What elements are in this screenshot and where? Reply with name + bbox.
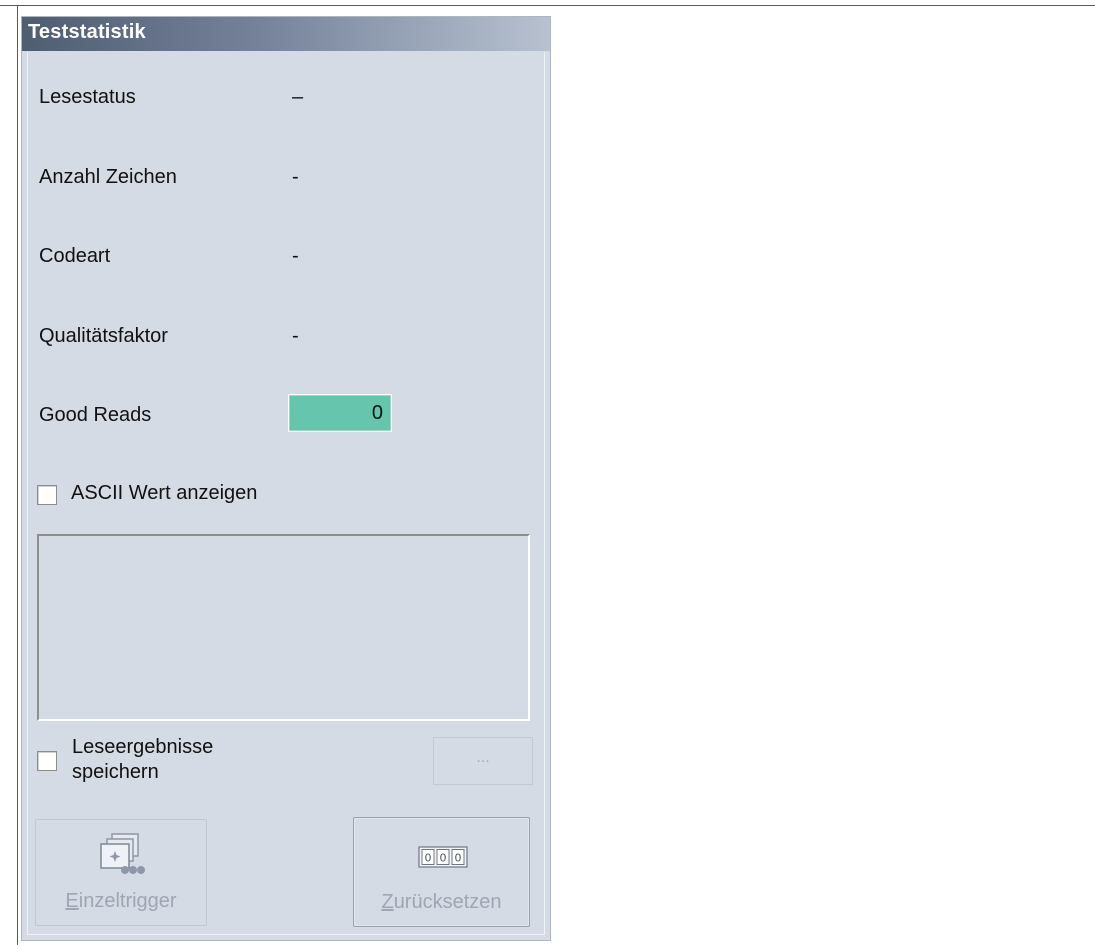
browse-file-button[interactable]: ... (433, 737, 533, 785)
good-reads-label: Good Reads (39, 404, 152, 426)
read-result-textarea[interactable] (37, 534, 530, 721)
lesestatus-label: Lesestatus (39, 86, 136, 108)
counter-reset-icon: 0 0 0 (418, 846, 468, 868)
good-reads-value: 0 (371, 402, 383, 424)
window-frame-left (17, 5, 18, 945)
qualitaetsfaktor-label: Qualitätsfaktor (39, 325, 168, 347)
window-frame-top (0, 5, 1095, 6)
zuruecksetzen-mnemonic: Z (381, 891, 394, 913)
svg-text:0: 0 (455, 852, 462, 865)
einzeltrigger-mnemonic: E (65, 890, 79, 912)
anzahl-zeichen-value: - (292, 166, 299, 188)
zuruecksetzen-label: Zurücksetzen (354, 891, 529, 914)
save-results-label-line1[interactable]: Leseergebnisse (72, 735, 213, 759)
teststatistik-panel: Teststatistik Lesestatus – Anzahl Zeiche… (21, 16, 551, 941)
svg-text:0: 0 (440, 852, 447, 865)
einzeltrigger-label-rest: inzeltrigger (78, 890, 177, 912)
codeart-value: - (292, 245, 299, 267)
zuruecksetzen-label-rest: urücksetzen (393, 891, 502, 913)
image-stack-icon (100, 833, 145, 874)
zuruecksetzen-button[interactable]: 0 0 0 Zurücksetzen (353, 817, 530, 927)
panel-title: Teststatistik (28, 21, 146, 43)
panel-header: Teststatistik (22, 17, 550, 51)
einzeltrigger-label: Einzeltrigger (36, 890, 206, 913)
ascii-checkbox[interactable] (37, 485, 57, 505)
anzahl-zeichen-label: Anzahl Zeichen (39, 166, 177, 188)
qualitaetsfaktor-value: - (292, 325, 299, 347)
ascii-checkbox-label[interactable]: ASCII Wert anzeigen (71, 482, 257, 505)
lesestatus-value: – (292, 86, 304, 108)
good-reads-counter: 0 (288, 394, 392, 432)
save-results-label-line2[interactable]: speichern (72, 760, 159, 784)
svg-text:0: 0 (425, 852, 432, 865)
einzeltrigger-button[interactable]: Einzeltrigger (35, 819, 207, 926)
save-results-checkbox[interactable] (37, 751, 57, 771)
codeart-label: Codeart (39, 245, 111, 267)
